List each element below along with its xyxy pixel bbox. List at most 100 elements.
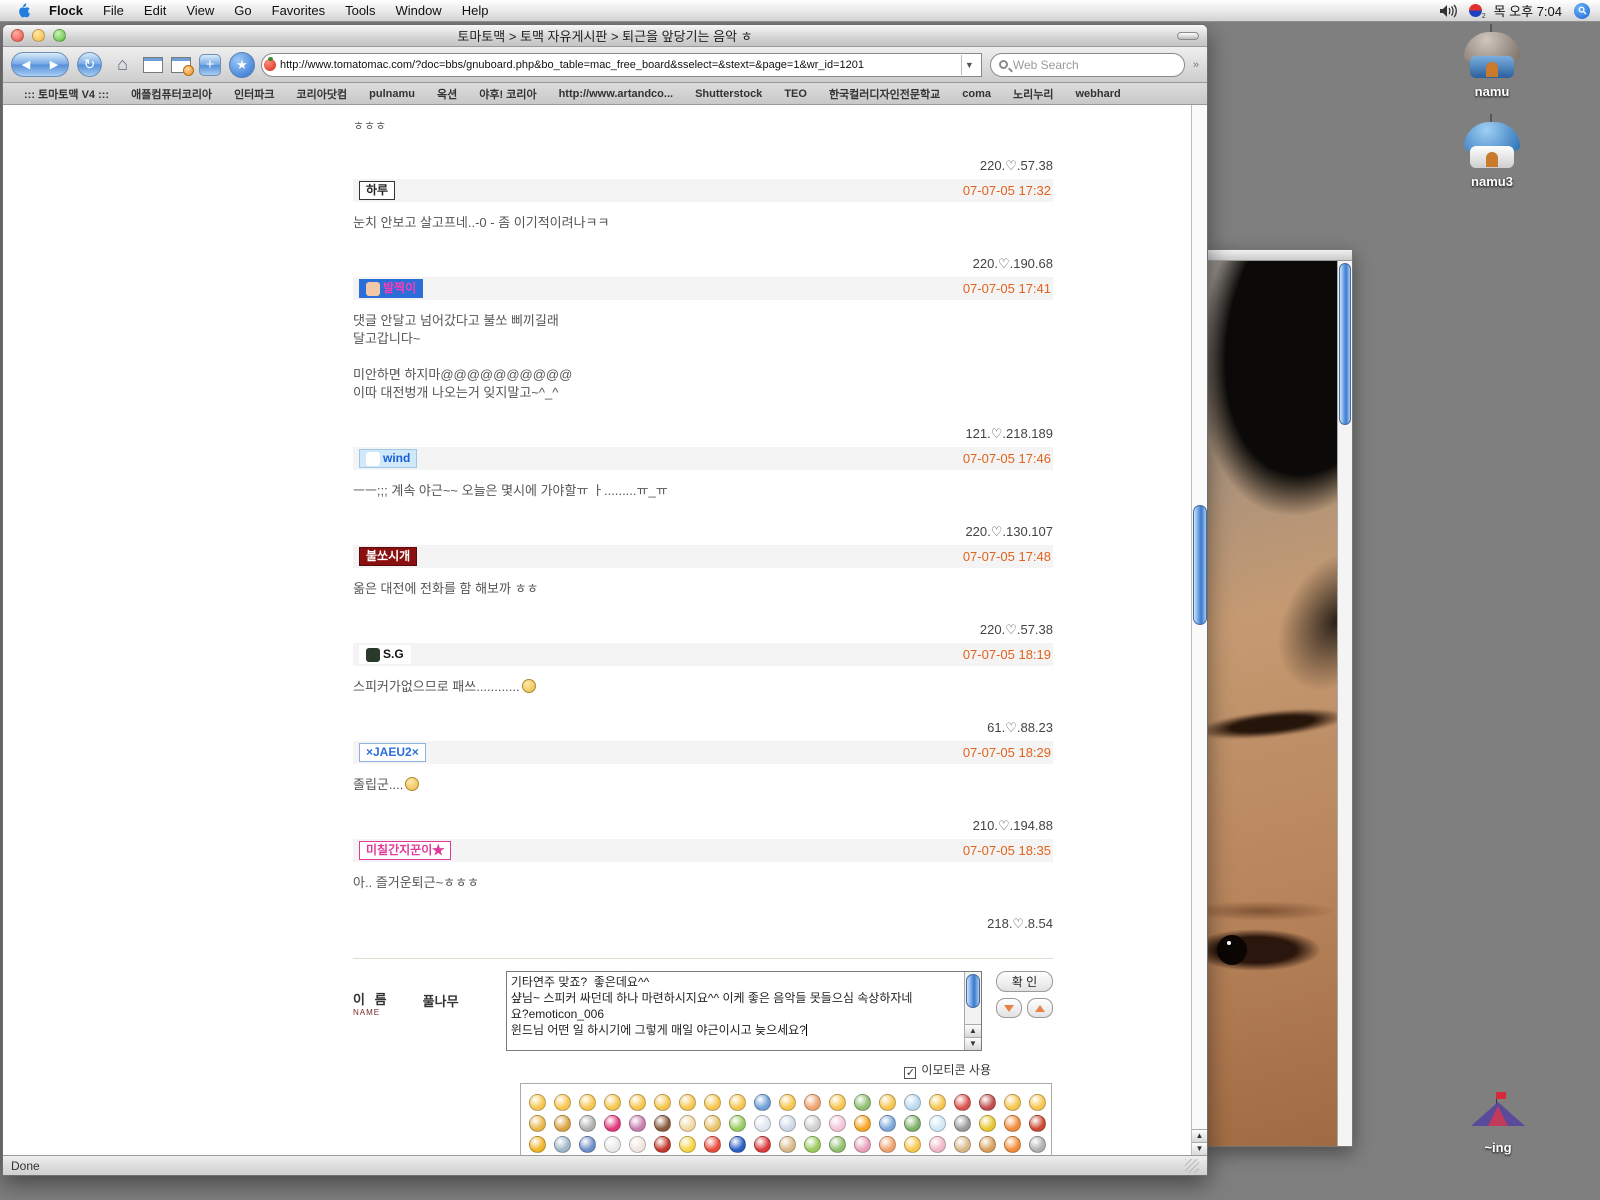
emoticon-icon[interactable] <box>804 1115 821 1132</box>
back-forward-buttons[interactable]: ◀▶ <box>11 52 69 77</box>
emoticon-icon[interactable] <box>829 1094 846 1111</box>
emoticon-icon[interactable] <box>529 1136 546 1153</box>
emoticon-icon[interactable] <box>854 1115 871 1132</box>
emoticon-icon[interactable] <box>854 1094 871 1111</box>
bookmark-item[interactable]: 코리아닷컴 <box>286 86 359 102</box>
emoticon-icon[interactable] <box>604 1115 621 1132</box>
emoticon-icon[interactable] <box>579 1115 596 1132</box>
news-feed-button[interactable] <box>143 57 163 73</box>
emoticon-icon[interactable] <box>529 1094 546 1111</box>
emoticon-icon[interactable] <box>729 1094 746 1111</box>
bookmark-item[interactable]: 야후! 코리아 <box>468 86 547 102</box>
commenter-badge[interactable]: 미칠간지꾼이★ <box>359 841 451 860</box>
emoticon-icon[interactable] <box>679 1136 696 1153</box>
spotlight-icon[interactable] <box>1574 3 1590 19</box>
emoticon-icon[interactable] <box>729 1115 746 1132</box>
emoticon-icon[interactable] <box>1029 1136 1046 1153</box>
menu-clock[interactable]: 목 오후 7:04 <box>1494 1 1562 20</box>
bookmark-item[interactable]: 애플컴퓨터코리아 <box>120 86 223 102</box>
emoticon-icon[interactable] <box>929 1136 946 1153</box>
emoticon-icon[interactable] <box>879 1115 896 1132</box>
emoticon-icon[interactable] <box>579 1094 596 1111</box>
reload-button[interactable]: ↻ <box>77 52 102 77</box>
emoticon-icon[interactable] <box>604 1136 621 1153</box>
menu-view[interactable]: View <box>176 3 224 18</box>
emoticon-icon[interactable] <box>754 1136 771 1153</box>
emoticon-icon[interactable] <box>829 1136 846 1153</box>
emoticon-icon[interactable] <box>679 1115 696 1132</box>
emoticon-icon[interactable] <box>704 1136 721 1153</box>
scroll-down-icon[interactable]: ▼ <box>965 1037 981 1050</box>
emoticon-icon[interactable] <box>879 1094 896 1111</box>
emoticon-icon[interactable] <box>804 1136 821 1153</box>
emoticon-icon[interactable] <box>554 1115 571 1132</box>
bookmark-item[interactable]: http://www.artandco... <box>548 88 684 100</box>
toolbar-toggle-pill[interactable] <box>1177 32 1199 40</box>
emoticon-icon[interactable] <box>904 1115 921 1132</box>
emoticon-icon[interactable] <box>629 1094 646 1111</box>
emoticon-icon[interactable] <box>979 1115 996 1132</box>
favorites-star-icon[interactable]: ★ <box>229 52 255 78</box>
commenter-badge[interactable]: S.G <box>359 645 411 664</box>
page-scroll-up-icon[interactable]: ▲ <box>1192 1129 1207 1142</box>
emoticon-icon[interactable] <box>904 1136 921 1153</box>
commenter-badge[interactable]: 불쏘시개 <box>359 547 417 566</box>
emoticon-icon[interactable] <box>1004 1136 1021 1153</box>
forward-icon[interactable]: ▶ <box>50 58 58 71</box>
bookmark-item[interactable]: pulnamu <box>358 88 426 100</box>
bookmark-item[interactable]: 한국컬러디자인전문학교 <box>818 86 951 102</box>
emoticon-icon[interactable] <box>879 1136 896 1153</box>
vote-down-button[interactable] <box>996 998 1022 1018</box>
emoticon-icon[interactable] <box>679 1094 696 1111</box>
bookmark-item[interactable]: TEO <box>773 88 818 100</box>
emoticon-icon[interactable] <box>1004 1094 1021 1111</box>
bookmark-item[interactable]: Shutterstock <box>684 88 773 100</box>
photo-scrollbar-thumb[interactable] <box>1339 263 1351 425</box>
commenter-badge[interactable]: 발찍이 <box>359 279 423 298</box>
desktop-icon-namu3[interactable]: namu3 <box>1452 122 1532 189</box>
photo-window-scrollbar[interactable] <box>1337 261 1352 1146</box>
emoticon-icon[interactable] <box>654 1136 671 1153</box>
emoticon-icon[interactable] <box>529 1115 546 1132</box>
bookmark-item[interactable]: coma <box>951 88 1002 100</box>
url-field[interactable]: http://www.tomatomac.com/?doc=bbs/gnuboa… <box>261 53 982 77</box>
desktop-icon-ing[interactable]: ~ing <box>1458 1092 1538 1155</box>
photo-window[interactable] <box>1206 249 1353 1147</box>
emoticon-icon[interactable] <box>954 1115 971 1132</box>
emoticon-icon[interactable] <box>1004 1115 1021 1132</box>
menu-file[interactable]: File <box>93 3 134 18</box>
menu-favorites[interactable]: Favorites <box>262 3 335 18</box>
emoticon-icon[interactable] <box>804 1094 821 1111</box>
web-search-field[interactable]: Web Search <box>990 53 1185 77</box>
photo-window-titlebar[interactable] <box>1207 250 1352 261</box>
emoticon-icon[interactable] <box>929 1094 946 1111</box>
vote-up-button[interactable] <box>1027 998 1053 1018</box>
emoticon-icon[interactable] <box>604 1094 621 1111</box>
emoticon-icon[interactable] <box>754 1094 771 1111</box>
emoticon-icon[interactable] <box>829 1115 846 1132</box>
home-button[interactable]: ⌂ <box>110 52 135 77</box>
emoticon-icon[interactable] <box>629 1115 646 1132</box>
menu-edit[interactable]: Edit <box>134 3 176 18</box>
bookmark-item[interactable]: ::: 토마토맥 V4 ::: <box>13 86 120 102</box>
url-text[interactable]: http://www.tomatomac.com/?doc=bbs/gnuboa… <box>280 59 957 71</box>
menu-help[interactable]: Help <box>452 3 499 18</box>
page-scrollbar[interactable]: ▲▼ <box>1191 105 1207 1155</box>
korean-ime-icon[interactable]: 2 <box>1469 4 1482 17</box>
emoticon-icon[interactable] <box>554 1094 571 1111</box>
emoticon-icon[interactable] <box>904 1094 921 1111</box>
page-scroll-down-icon[interactable]: ▼ <box>1192 1142 1207 1155</box>
resize-grip[interactable] <box>1185 1159 1199 1173</box>
blog-post-button[interactable] <box>171 57 191 73</box>
emoticon-icon[interactable] <box>629 1136 646 1153</box>
textarea-scrollbar[interactable]: ▲▼ <box>964 972 981 1050</box>
menu-window[interactable]: Window <box>385 3 451 18</box>
emoticon-icon[interactable] <box>729 1136 746 1153</box>
comment-textarea-text[interactable]: 기타연주 맞죠? 좋은데요^^샾님~ 스피커 싸던데 하나 마련하시지요^^ 이… <box>507 972 964 1050</box>
emoticon-icon[interactable] <box>754 1115 771 1132</box>
confirm-button[interactable]: 확 인 <box>996 971 1053 992</box>
emoticon-icon[interactable] <box>954 1136 971 1153</box>
emoticon-icon[interactable] <box>854 1136 871 1153</box>
commenter-badge[interactable]: ×JAEU2× <box>359 743 426 762</box>
emoticon-icon[interactable] <box>954 1094 971 1111</box>
